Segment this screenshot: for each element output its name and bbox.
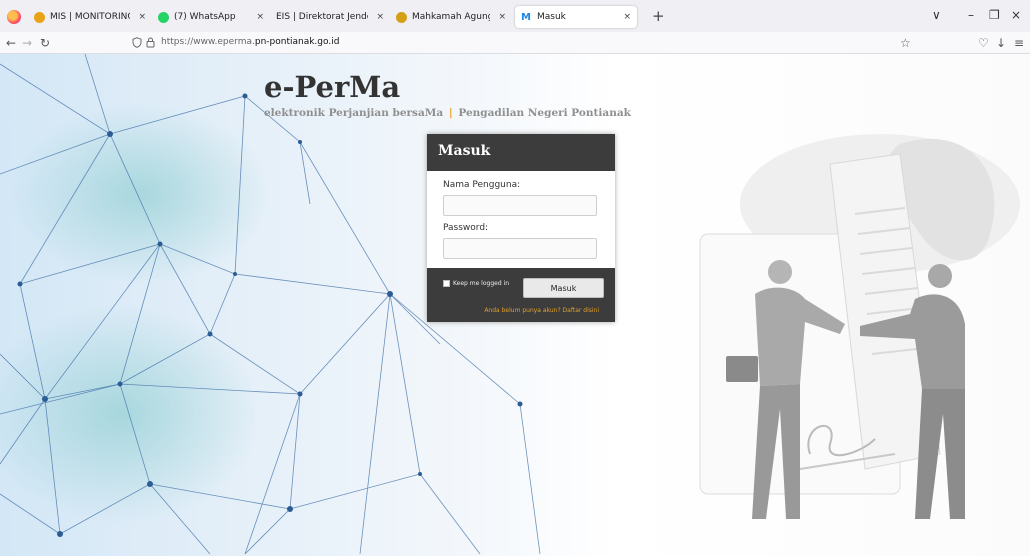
reload-icon[interactable]: ↻ bbox=[40, 35, 50, 51]
login-panel: Masuk Nama Pengguna: Password: Keep me l… bbox=[427, 134, 615, 322]
password-label: Password: bbox=[443, 223, 489, 233]
lock-icon[interactable] bbox=[146, 37, 155, 48]
handshake-illustration bbox=[699, 134, 1020, 519]
username-input[interactable] bbox=[443, 195, 597, 216]
tab-favicon-icon bbox=[34, 11, 45, 23]
shield-icon[interactable] bbox=[132, 37, 142, 48]
close-window-button[interactable]: × bbox=[1011, 8, 1021, 22]
tab-title: MIS | MONITORING IMPLEMEN bbox=[50, 12, 131, 22]
site-logo-title: e-PerMa bbox=[264, 70, 401, 104]
checkbox-icon[interactable] bbox=[443, 280, 450, 287]
list-all-tabs-icon[interactable]: ∨ bbox=[932, 8, 941, 22]
password-input[interactable] bbox=[443, 238, 597, 259]
url-domain: pn-pontianak.go.id bbox=[254, 37, 340, 47]
tagline-separator: | bbox=[448, 107, 453, 119]
page-content: e-PerMa elektronik Perjanjian bersaMa | … bbox=[0, 54, 1030, 556]
whatsapp-icon bbox=[158, 11, 169, 23]
new-tab-button[interactable]: + bbox=[652, 8, 665, 24]
tab-mis[interactable]: MIS | MONITORING IMPLEMEN × bbox=[28, 6, 152, 28]
tab-title: Masuk bbox=[537, 12, 566, 22]
bookmark-star-icon[interactable]: ☆ bbox=[900, 35, 911, 51]
eperma-favicon-icon: M bbox=[521, 11, 531, 23]
remember-me-checkbox[interactable]: Keep me logged in bbox=[443, 280, 509, 287]
site-tagline: elektronik Perjanjian bersaMa | Pengadil… bbox=[264, 107, 631, 119]
pocket-icon[interactable]: ♡ bbox=[978, 35, 989, 51]
tagline-court-name: Pengadilan Negeri Pontianak bbox=[458, 107, 631, 119]
username-label: Nama Pengguna: bbox=[443, 180, 521, 190]
tab-title: Mahkamah Agung Republik Indo bbox=[412, 12, 490, 22]
url-bar[interactable]: https://www.eperma.pn-pontianak.go.id bbox=[161, 37, 339, 47]
close-icon[interactable]: × bbox=[498, 12, 506, 22]
close-icon[interactable]: × bbox=[376, 12, 384, 22]
downloads-icon[interactable]: ↓ bbox=[996, 35, 1006, 51]
browser-nav-bar: ← → ↻ https://www.eperma.pn-pontianak.go… bbox=[0, 32, 1030, 54]
tab-mahkamah-agung[interactable]: Mahkamah Agung Republik Indo × bbox=[390, 6, 512, 28]
back-icon[interactable]: ← bbox=[6, 35, 16, 51]
remember-me-label: Keep me logged in bbox=[453, 280, 510, 287]
tab-title: EIS | Direktorat Jenderal Badan Perad bbox=[276, 12, 368, 22]
close-icon[interactable]: × bbox=[623, 12, 631, 22]
tab-whatsapp[interactable]: (7) WhatsApp × bbox=[152, 6, 270, 28]
close-icon[interactable]: × bbox=[138, 12, 146, 22]
browser-tab-bar: MIS | MONITORING IMPLEMEN × (7) WhatsApp… bbox=[0, 0, 1030, 32]
register-link[interactable]: Anda belum punya akun? Daftar disini bbox=[484, 307, 599, 314]
login-footer: Keep me logged in Masuk Anda belum punya… bbox=[427, 268, 615, 322]
login-form: Nama Pengguna: Password: bbox=[427, 171, 615, 268]
url-prefix: https://www.eperma. bbox=[161, 37, 255, 47]
minimize-button[interactable]: – bbox=[968, 8, 974, 22]
login-title: Masuk bbox=[427, 134, 615, 171]
close-icon[interactable]: × bbox=[256, 12, 264, 22]
firefox-view-icon[interactable] bbox=[7, 10, 21, 24]
login-submit-button[interactable]: Masuk bbox=[523, 278, 604, 298]
tab-favicon-icon bbox=[396, 11, 407, 23]
tab-eis[interactable]: EIS | Direktorat Jenderal Badan Perad × bbox=[270, 6, 390, 28]
tagline-text: elektronik Perjanjian bersaMa bbox=[264, 107, 444, 119]
forward-icon[interactable]: → bbox=[22, 35, 32, 51]
tab-masuk[interactable]: M Masuk × bbox=[515, 6, 637, 28]
tab-title: (7) WhatsApp bbox=[174, 12, 236, 22]
app-menu-icon[interactable]: ≡ bbox=[1014, 35, 1024, 51]
maximize-button[interactable]: ❐ bbox=[989, 8, 1000, 22]
